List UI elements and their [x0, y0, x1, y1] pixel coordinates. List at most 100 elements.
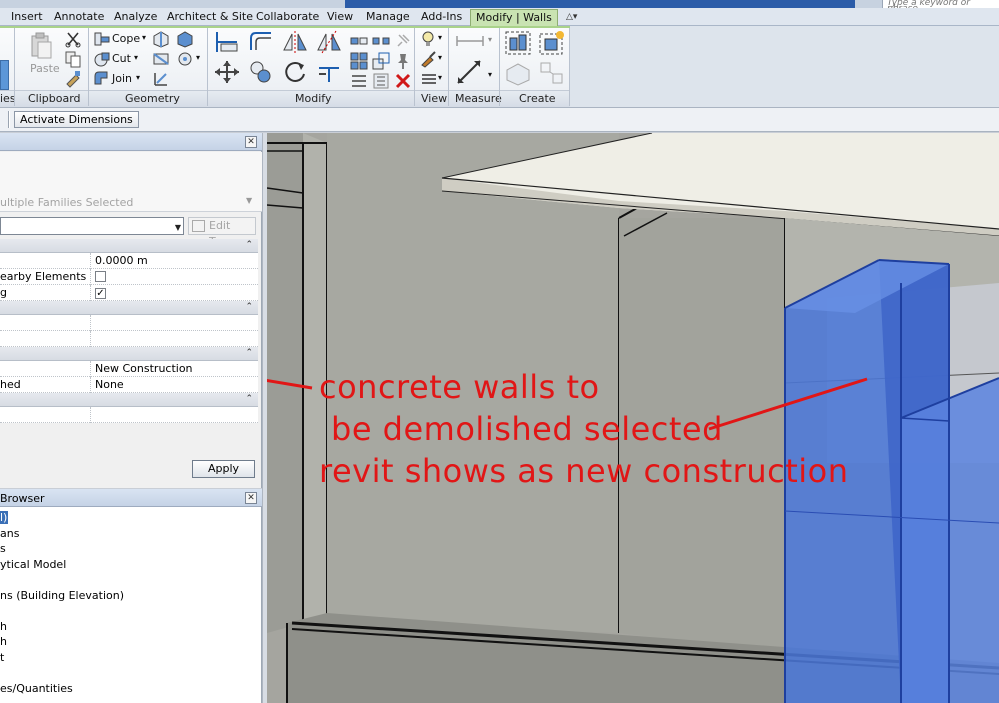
- cut-dropdown-icon[interactable]: ▾: [134, 53, 138, 62]
- cut-label[interactable]: Cut: [112, 52, 131, 65]
- hide-in-view-icon[interactable]: [420, 30, 438, 48]
- rotate-icon[interactable]: [282, 60, 308, 84]
- offset-icon[interactable]: [248, 30, 274, 54]
- collapse-chevron-icon[interactable]: ⌃: [245, 347, 253, 360]
- cut-scissors-icon[interactable]: [64, 30, 82, 48]
- properties-group-header[interactable]: ⌃: [0, 239, 258, 253]
- tab-architect-site[interactable]: Architect & Site: [167, 9, 253, 26]
- hide-dropdown-icon[interactable]: ▾: [438, 33, 442, 42]
- activate-dimensions-button[interactable]: Activate Dimensions: [14, 111, 139, 128]
- array-icon[interactable]: [350, 52, 368, 70]
- override-graphics-icon[interactable]: [420, 50, 438, 68]
- offset-multiple-icon[interactable]: [372, 72, 390, 90]
- create-similar-icon[interactable]: [504, 60, 532, 86]
- property-value-offset[interactable]: 0.0000 m: [90, 253, 258, 269]
- phase-created-value[interactable]: New Construction: [90, 361, 258, 377]
- split-element-icon[interactable]: [350, 32, 368, 50]
- scale-icon[interactable]: [372, 52, 390, 70]
- join-label[interactable]: Join: [112, 72, 132, 85]
- collapse-chevron-icon[interactable]: ⌃: [245, 393, 253, 406]
- delete-icon[interactable]: [394, 72, 412, 90]
- wall-joins-dropdown-icon[interactable]: ▾: [196, 53, 200, 62]
- edit-type-button[interactable]: Edit Type: [188, 217, 256, 248]
- tab-modify-walls[interactable]: Modify | Walls: [470, 9, 558, 26]
- collapse-chevron-icon[interactable]: ⌃: [245, 301, 253, 314]
- panel-label-create: Create: [519, 92, 556, 105]
- browser-item[interactable]: ytical Model: [0, 558, 66, 571]
- copy-icon[interactable]: [64, 50, 82, 68]
- phasing-group-header[interactable]: ⌃: [0, 347, 258, 361]
- properties-group-header[interactable]: ⌃: [0, 393, 258, 407]
- split-with-gap-icon[interactable]: [372, 32, 390, 50]
- cope-label[interactable]: Cope: [112, 32, 140, 45]
- cut-geometry-icon[interactable]: [93, 50, 111, 68]
- paste-icon[interactable]: [30, 32, 54, 60]
- properties-close-icon[interactable]: ✕: [245, 136, 257, 148]
- browser-item[interactable]: s: [0, 542, 6, 555]
- browser-item-selected[interactable]: l): [0, 511, 9, 524]
- collapse-chevron-icon[interactable]: ⌃: [245, 239, 253, 252]
- create-parts-icon[interactable]: [538, 60, 566, 86]
- property-checkbox-checked[interactable]: ✓: [95, 288, 106, 299]
- browser-item[interactable]: t: [0, 651, 4, 664]
- property-value[interactable]: [90, 331, 258, 347]
- cope-icon[interactable]: [93, 30, 111, 48]
- filter-dropdown-arrow-icon[interactable]: ▼: [175, 223, 181, 232]
- pin-icon[interactable]: [394, 52, 412, 70]
- ribbon-minimize-icon[interactable]: △▾: [566, 12, 586, 22]
- browser-item[interactable]: ns (Building Elevation): [0, 589, 124, 602]
- browser-close-icon[interactable]: ✕: [245, 492, 257, 504]
- unpin-icon[interactable]: [394, 32, 412, 50]
- properties-icon[interactable]: [0, 60, 9, 90]
- dimension-dropdown-icon[interactable]: ▾: [488, 35, 492, 44]
- project-browser: Browser ✕ l) ans s ytical Model ns (Buil…: [0, 489, 262, 703]
- measure-icon[interactable]: [455, 58, 485, 86]
- tab-annotate[interactable]: Annotate: [54, 9, 104, 26]
- cope-dropdown-icon[interactable]: ▾: [142, 33, 146, 42]
- type-selector-caret-icon[interactable]: ▼: [246, 196, 252, 205]
- tab-manage[interactable]: Manage: [366, 9, 410, 26]
- nearby-elements-checkbox[interactable]: [95, 271, 106, 282]
- property-value[interactable]: [90, 315, 258, 331]
- join-dropdown-icon[interactable]: ▾: [136, 73, 140, 82]
- create-assembly-icon[interactable]: [538, 30, 566, 56]
- linework-dropdown-icon[interactable]: ▾: [438, 73, 442, 82]
- tab-analyze[interactable]: Analyze: [114, 9, 157, 26]
- mirror-draw-axis-icon[interactable]: [316, 30, 342, 54]
- move-icon[interactable]: [214, 60, 240, 84]
- phase-demolished-value[interactable]: None: [90, 377, 258, 393]
- align-icon[interactable]: [214, 30, 240, 54]
- demolish-geometry-icon[interactable]: [176, 50, 194, 68]
- instance-filter-dropdown[interactable]: ▼: [0, 217, 184, 235]
- aligned-dimension-icon[interactable]: [455, 32, 485, 50]
- properties-group-header[interactable]: ⌃: [0, 301, 258, 315]
- split-face-icon[interactable]: [152, 30, 170, 48]
- browser-item[interactable]: es/Quantities: [0, 682, 73, 695]
- browser-item[interactable]: ans: [0, 527, 19, 540]
- trim-extend-icon[interactable]: [316, 60, 342, 84]
- match-properties-icon[interactable]: [64, 70, 82, 88]
- override-dropdown-icon[interactable]: ▾: [438, 53, 442, 62]
- tab-collaborate[interactable]: Collaborate: [256, 9, 319, 26]
- linework-icon[interactable]: [420, 70, 438, 88]
- search-input[interactable]: Type a keyword or phrase: [882, 0, 999, 8]
- remove-paint-icon[interactable]: [152, 70, 170, 88]
- tab-view[interactable]: View: [327, 9, 353, 26]
- property-row: [0, 407, 258, 423]
- tab-add-ins[interactable]: Add-Ins: [421, 9, 462, 26]
- property-value[interactable]: [90, 407, 258, 423]
- trim-multiple-icon[interactable]: [350, 72, 368, 90]
- paint-icon[interactable]: [176, 30, 194, 48]
- copy-element-icon[interactable]: [248, 60, 274, 84]
- create-group-icon[interactable]: [504, 30, 532, 56]
- edit-type-icon: [192, 220, 205, 232]
- browser-item[interactable]: h: [0, 620, 7, 633]
- measure-dropdown-icon[interactable]: ▾: [488, 70, 492, 79]
- apply-button[interactable]: Apply: [192, 460, 255, 478]
- join-icon[interactable]: [93, 70, 111, 88]
- type-selector[interactable]: ultiple Families Selected ▼: [0, 152, 262, 212]
- tab-insert[interactable]: Insert: [11, 9, 43, 26]
- mirror-pick-axis-icon[interactable]: [282, 30, 308, 54]
- browser-item[interactable]: h: [0, 635, 7, 648]
- wall-joins-icon[interactable]: [152, 50, 170, 68]
